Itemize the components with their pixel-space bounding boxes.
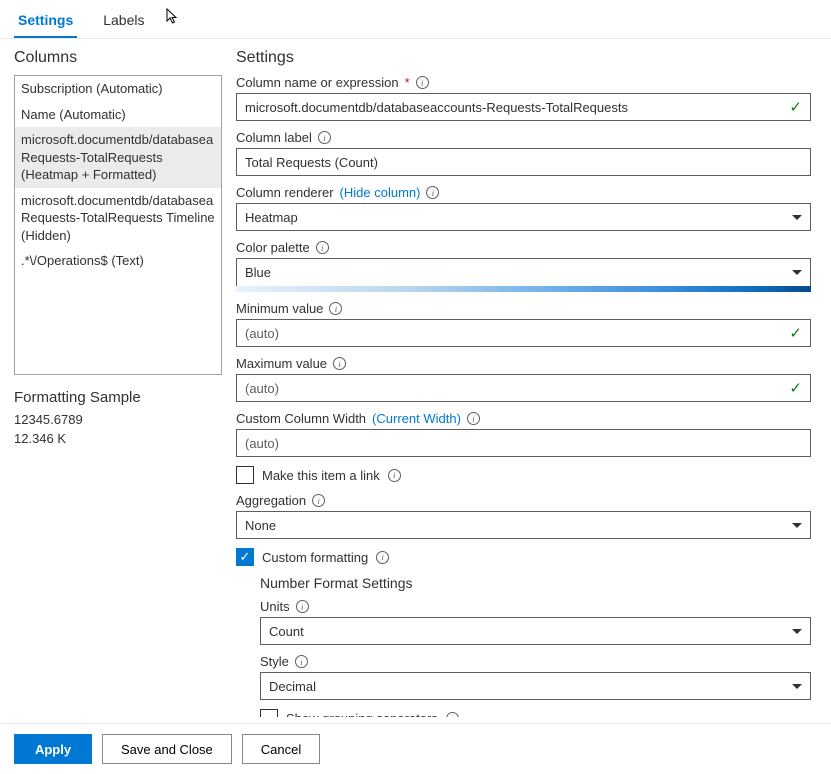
custom-width-input[interactable]: (auto) — [236, 429, 811, 457]
style-label: Style — [260, 654, 289, 669]
minimum-value-input[interactable]: (auto) ✓ — [236, 319, 811, 347]
column-item[interactable]: Name (Automatic) — [15, 102, 221, 128]
grouping-separators-label: Show grouping separators — [286, 711, 438, 718]
footer-actions: Apply Save and Close Cancel — [0, 723, 831, 774]
chevron-down-icon — [792, 215, 802, 220]
tab-settings[interactable]: Settings — [14, 8, 77, 38]
column-item-selected[interactable]: microsoft.documentdb/databasea Requests-… — [15, 127, 221, 188]
column-renderer-select[interactable]: Heatmap — [236, 203, 811, 231]
custom-formatting-label: Custom formatting — [262, 550, 368, 565]
check-icon: ✓ — [789, 98, 802, 116]
color-palette-label: Color palette — [236, 240, 310, 255]
column-label-input[interactable]: Total Requests (Count) — [236, 148, 811, 176]
info-icon[interactable]: i — [388, 469, 401, 482]
info-icon[interactable]: i — [467, 412, 480, 425]
units-select[interactable]: Count — [260, 617, 811, 645]
info-icon[interactable]: i — [295, 655, 308, 668]
info-icon[interactable]: i — [333, 357, 346, 370]
info-icon[interactable]: i — [318, 131, 331, 144]
column-item[interactable]: Subscription (Automatic) — [15, 76, 221, 102]
check-icon: ✓ — [789, 324, 802, 342]
style-select[interactable]: Decimal — [260, 672, 811, 700]
check-icon: ✓ — [789, 379, 802, 397]
tab-bar: Settings Labels — [0, 0, 831, 39]
info-icon[interactable]: i — [296, 600, 309, 613]
chevron-down-icon — [792, 270, 802, 275]
info-icon[interactable]: i — [376, 551, 389, 564]
column-renderer-label: Column renderer — [236, 185, 334, 200]
column-name-input[interactable]: microsoft.documentdb/databaseaccounts-Re… — [236, 93, 811, 121]
aggregation-select[interactable]: None — [236, 511, 811, 539]
color-palette-select[interactable]: Blue — [236, 258, 811, 286]
aggregation-label: Aggregation — [236, 493, 306, 508]
columns-list: Subscription (Automatic) Name (Automatic… — [14, 75, 222, 375]
formatting-sample-value: 12.346 K — [14, 431, 222, 446]
units-label: Units — [260, 599, 290, 614]
formatting-sample-heading: Formatting Sample — [14, 389, 222, 406]
columns-heading: Columns — [14, 49, 222, 67]
chevron-down-icon — [792, 684, 802, 689]
info-icon[interactable]: i — [426, 186, 439, 199]
save-and-close-button[interactable]: Save and Close — [102, 734, 232, 764]
custom-formatting-checkbox[interactable]: ✓ — [236, 548, 254, 566]
chevron-down-icon — [792, 523, 802, 528]
make-link-checkbox[interactable] — [236, 466, 254, 484]
info-icon[interactable]: i — [312, 494, 325, 507]
formatting-sample-value: 12345.6789 — [14, 412, 222, 427]
apply-button[interactable]: Apply — [14, 734, 92, 764]
maximum-value-label: Maximum value — [236, 356, 327, 371]
column-name-label: Column name or expression — [236, 75, 399, 90]
info-icon[interactable]: i — [446, 712, 459, 718]
grouping-separators-checkbox[interactable] — [260, 709, 278, 717]
info-icon[interactable]: i — [416, 76, 429, 89]
make-link-label: Make this item a link — [262, 468, 380, 483]
column-label-label: Column label — [236, 130, 312, 145]
required-asterisk: * — [405, 75, 410, 90]
number-format-heading: Number Format Settings — [260, 575, 811, 591]
maximum-value-input[interactable]: (auto) ✓ — [236, 374, 811, 402]
hide-column-link[interactable]: (Hide column) — [340, 185, 421, 200]
custom-width-label: Custom Column Width — [236, 411, 366, 426]
info-icon[interactable]: i — [329, 302, 342, 315]
tab-labels[interactable]: Labels — [99, 8, 148, 38]
color-gradient-preview — [236, 286, 811, 292]
minimum-value-label: Minimum value — [236, 301, 323, 316]
info-icon[interactable]: i — [316, 241, 329, 254]
column-item[interactable]: microsoft.documentdb/databasea Requests-… — [15, 188, 221, 249]
current-width-link[interactable]: (Current Width) — [372, 411, 461, 426]
cancel-button[interactable]: Cancel — [242, 734, 320, 764]
column-item[interactable]: .*\/Operations$ (Text) — [15, 248, 221, 274]
chevron-down-icon — [792, 629, 802, 634]
settings-heading: Settings — [236, 49, 811, 67]
